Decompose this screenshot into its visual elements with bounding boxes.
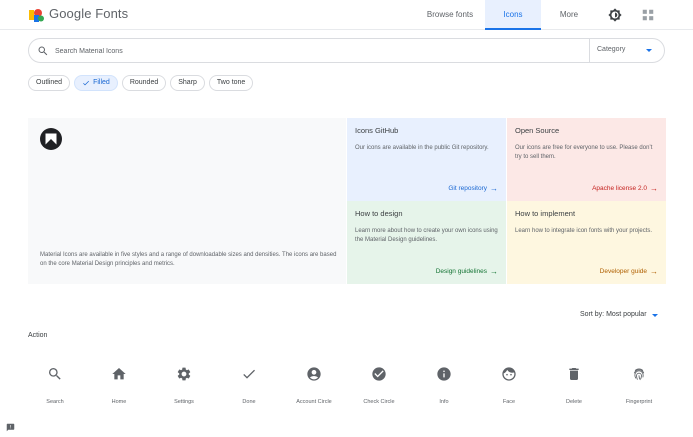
apps-grid-icon[interactable] <box>641 8 655 22</box>
apache-license-link[interactable]: Apache license 2.0 → <box>592 184 658 193</box>
chip-rounded[interactable]: Rounded <box>121 75 167 91</box>
search-icon <box>49 368 61 380</box>
card-body: Our icons are available in the public Gi… <box>355 145 489 151</box>
top-app-bar: Google Fonts Browse fonts Icons More <box>0 0 693 30</box>
chip-outlined[interactable]: Outlined <box>28 75 71 91</box>
icon-label: Face <box>502 399 516 405</box>
nav-browse-fonts[interactable]: Browse fonts <box>418 0 482 30</box>
card-how-to-design: How to design Learn more about how to cr… <box>347 201 506 284</box>
nav-icons[interactable]: Icons <box>485 0 541 30</box>
icon-label: Account Circle <box>296 399 332 405</box>
chip-label: Sharp <box>178 79 197 86</box>
icon-tile-settings[interactable]: Settings <box>152 366 216 410</box>
settings-icon <box>177 367 191 381</box>
card-icons-github: Icons GitHub Our icons are available in … <box>347 118 506 201</box>
link-label: Developer guide <box>599 268 647 275</box>
card-how-to-implement: How to implement Learn how to integrate … <box>507 201 666 284</box>
icon-label: Settings <box>174 399 194 405</box>
link-label: Apache license 2.0 <box>592 185 647 192</box>
icon-tile-home[interactable]: Home <box>87 366 151 410</box>
icon-label: Search <box>46 399 64 405</box>
category-divider <box>589 39 590 62</box>
git-repository-link[interactable]: Git repository → <box>448 184 498 193</box>
chip-two-tone[interactable]: Two tone <box>208 75 254 91</box>
design-guidelines-link[interactable]: Design guidelines → <box>436 267 498 276</box>
icon-label: Check Circle <box>363 399 395 405</box>
account-circle-icon <box>307 367 321 381</box>
developer-guide-link[interactable]: Developer guide → <box>600 267 658 276</box>
chip-label: Rounded <box>129 79 159 86</box>
chevron-down-icon[interactable] <box>652 314 658 317</box>
icon-tile-face[interactable]: Face <box>477 366 541 410</box>
delete-icon <box>569 368 579 380</box>
brand-name[interactable]: Google Fonts <box>49 6 128 21</box>
hero-description: Material Icons are available in five sty… <box>40 252 337 267</box>
card-title: Icons GitHub <box>355 126 399 135</box>
check-icon <box>83 80 90 86</box>
icon-tile-search[interactable]: Search <box>23 366 87 410</box>
google-fonts-logo-icon[interactable] <box>29 8 44 22</box>
material-icons-logo-icon <box>40 128 62 150</box>
hero-panel: Material Icons are available in five sty… <box>28 118 346 284</box>
card-body: Learn more about how to create your own … <box>355 228 498 243</box>
chip-label: Filled <box>93 79 110 86</box>
icon-label: Done <box>242 399 256 405</box>
link-label: Design guidelines <box>435 268 487 275</box>
icon-label: Fingerprint <box>625 399 653 405</box>
chip-label: Outlined <box>36 79 63 86</box>
icon-tile-check-circle[interactable]: Check Circle <box>347 366 411 410</box>
face-icon <box>502 367 516 381</box>
sort-dropdown[interactable]: Sort by: Most popular <box>580 311 647 318</box>
nav-more[interactable]: More <box>548 0 590 30</box>
icon-tile-fingerprint[interactable]: Fingerprint <box>607 366 671 410</box>
style-chips: Outlined Filled Rounded Sharp Two tone <box>28 75 254 91</box>
icon-tile-info[interactable]: Info <box>412 366 476 410</box>
section-title: Action <box>28 332 48 339</box>
search-bar: Category <box>28 38 665 63</box>
arrow-right-icon: → <box>650 184 658 193</box>
card-body: Our icons are free for everyone to use. … <box>515 145 653 160</box>
icon-label: Home <box>111 399 127 405</box>
icon-tile-delete[interactable]: Delete <box>542 366 606 410</box>
card-title: How to design <box>355 209 403 218</box>
card-body: Learn how to integrate icon fonts with y… <box>515 228 653 234</box>
icon-label: Info <box>439 399 449 405</box>
chip-label: Two tone <box>216 79 246 86</box>
link-label: Git repository <box>448 185 487 192</box>
feedback-icon[interactable] <box>6 423 15 432</box>
icon-label: Delete <box>566 399 582 405</box>
chevron-down-icon[interactable] <box>646 49 652 52</box>
arrow-right-icon: → <box>490 267 498 276</box>
chip-filled[interactable]: Filled <box>74 75 118 91</box>
info-icon <box>437 367 451 381</box>
home-icon <box>112 368 126 380</box>
fingerprint-icon <box>633 368 645 381</box>
done-icon <box>243 369 255 379</box>
card-open-source: Open Source Our icons are free for every… <box>507 118 666 201</box>
card-title: Open Source <box>515 126 560 135</box>
icon-tile-done[interactable]: Done <box>217 366 281 410</box>
icon-tile-account-circle[interactable]: Account Circle <box>282 366 346 410</box>
arrow-right-icon: → <box>490 184 498 193</box>
search-icon <box>38 46 48 56</box>
check-circle-icon <box>372 367 386 381</box>
card-title: How to implement <box>515 209 576 218</box>
category-dropdown[interactable]: Category <box>597 46 625 53</box>
search-input[interactable] <box>55 43 535 59</box>
arrow-right-icon: → <box>650 267 658 276</box>
theme-toggle-icon[interactable] <box>608 8 622 22</box>
chip-sharp[interactable]: Sharp <box>170 75 205 91</box>
